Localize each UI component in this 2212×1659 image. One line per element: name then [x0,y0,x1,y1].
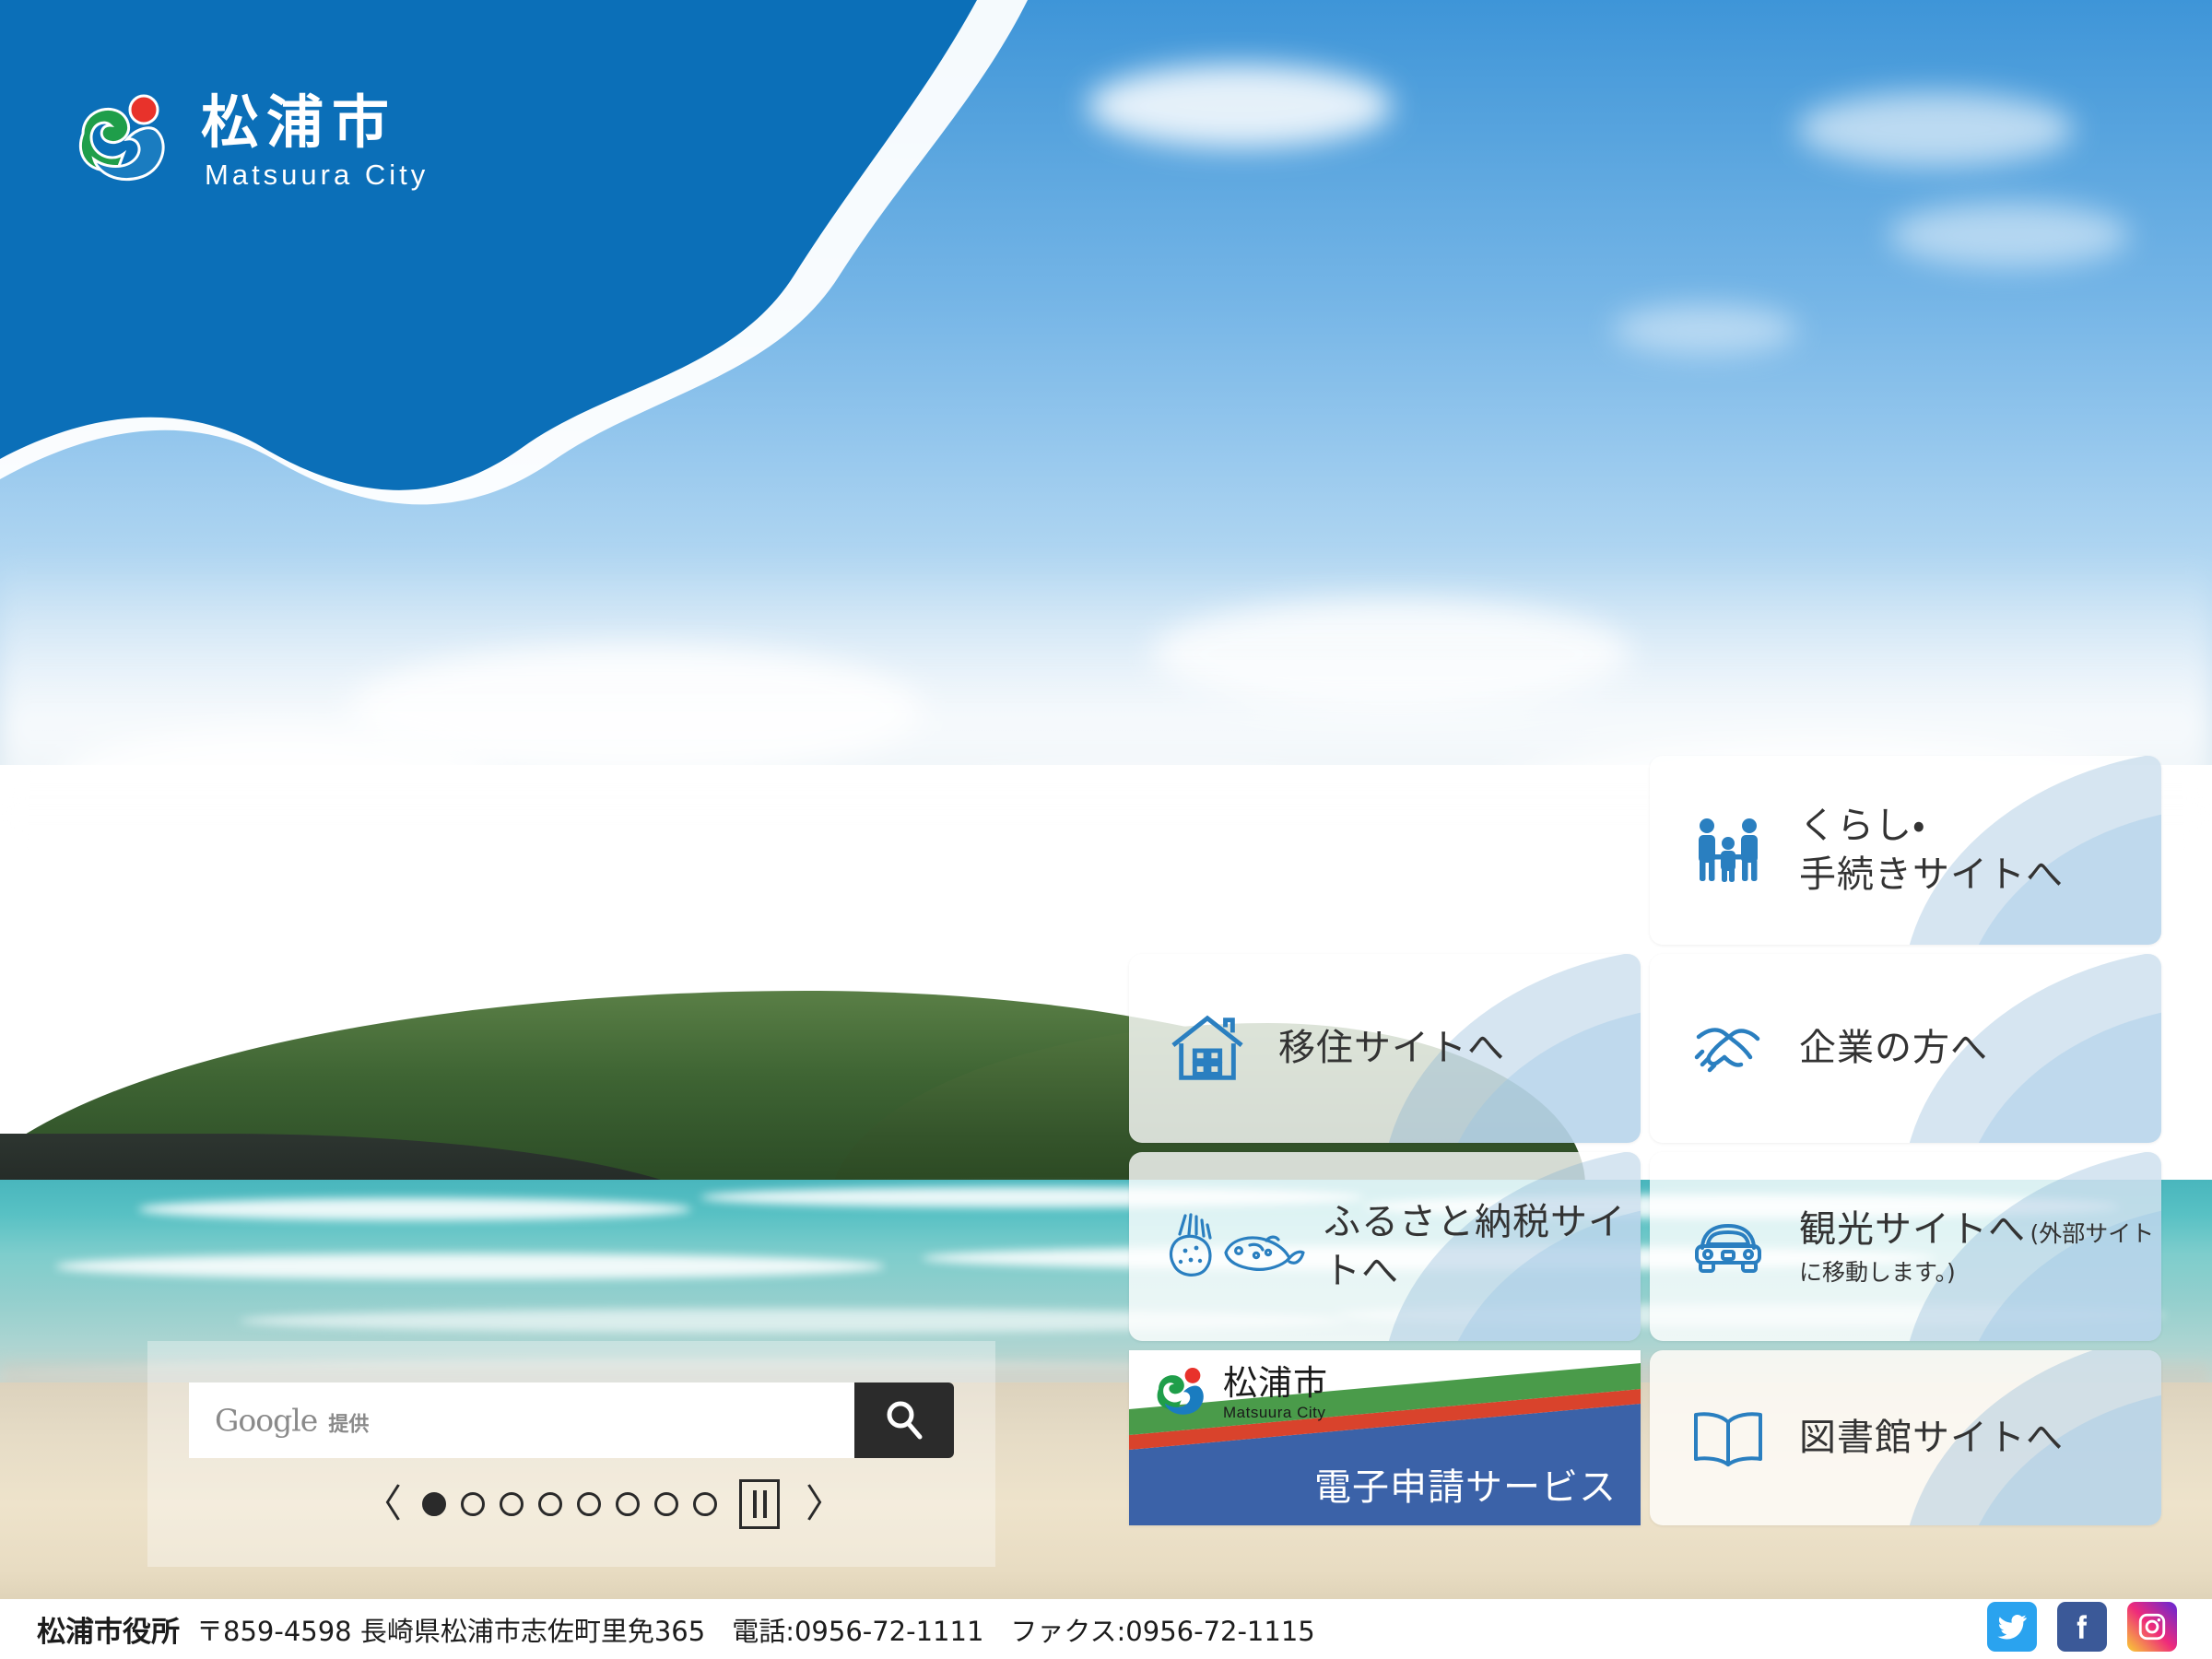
card-ijyu-site[interactable]: 移住サイトへ [1129,954,1641,1143]
quick-links-grid: くらし・ 手続きサイトへ 移住サイトへ 企業の方へ ふるさと納税サイトへ 観光サ… [1124,751,2161,1530]
card-wave-decoration [1959,1005,2161,1143]
pause-icon-bar [762,1490,767,1518]
header-wave-shape [0,0,1028,505]
card-title: 移住サイトへ [1278,1027,1505,1070]
banner-logo: 松浦市 Matsuura City [1149,1363,1328,1424]
banner-title: 電子申請サービス [1314,1466,1617,1509]
site-logo[interactable]: 松浦市 Matsuura City [66,88,429,196]
search-input[interactable] [189,1382,854,1458]
open-book-icon [1688,1407,1768,1468]
fish-and-vegetable-icon [1155,1212,1307,1282]
matsuura-city-logo-mark [1149,1363,1210,1424]
card-title: 企業の方へ [1799,1027,1988,1070]
site-search-bar: Google 提供 [189,1382,954,1458]
wave-foam [55,1253,885,1279]
wave-foam [138,1198,691,1220]
car-icon [1688,1217,1768,1277]
card-toshokan-site[interactable]: 図書館サイトへ [1650,1350,2161,1525]
site-header: 松浦市 Matsuura City [0,0,2212,516]
card-denshi-shinsei-service[interactable]: 松浦市 Matsuura City 電子申請サービス [1129,1350,1641,1525]
carousel-dot[interactable] [500,1492,524,1516]
footer-office-name: 松浦市役所 [37,1616,180,1649]
search-icon [887,1401,923,1440]
search-submit-button[interactable] [854,1382,954,1458]
family-people-icon [1688,818,1768,884]
handshake-icon [1688,1018,1768,1079]
banner-canvas: 松浦市 Matsuura City 電子申請サービス [1129,1350,1641,1525]
house-icon [1168,1012,1247,1086]
slideshow-controls: 〈 〉 [359,1479,848,1529]
instagram-icon [2138,1613,2166,1641]
carousel-dot[interactable] [461,1492,486,1516]
carousel-next-button[interactable]: 〉 [802,1485,848,1524]
twitter-link[interactable] [1987,1602,2037,1652]
carousel-dot[interactable] [422,1492,447,1516]
site-footer: 松浦市役所 〒859-4598 長崎県松浦市志佐町里免365 電話:0956-7… [0,1599,2212,1659]
footer-address: 〒859-4598 長崎県松浦市志佐町里免365 電話:0956-72-1111… [196,1615,1315,1647]
instagram-link[interactable] [2127,1602,2177,1652]
card-kanko-site[interactable]: 観光サイトへ (外部サイトに移動します。) [1650,1152,2161,1341]
banner-logo-en: Matsuura City [1223,1403,1326,1421]
card-kigyo-no-kata-e[interactable]: 企業の方へ [1650,954,2161,1143]
card-title: くらし・ 手続きサイトへ [1799,804,2064,896]
carousel-dots [422,1492,718,1516]
card-kurashi-tetsuzuki[interactable]: くらし・ 手続きサイトへ [1650,756,2161,945]
carousel-dot[interactable] [654,1492,679,1516]
facebook-icon [2077,1615,2088,1639]
matsuura-city-logo-mark [66,88,175,196]
carousel-prev-button[interactable]: 〈 [359,1485,406,1524]
carousel-dot[interactable] [577,1492,602,1516]
carousel-dot[interactable] [693,1492,718,1516]
carousel-dot[interactable] [538,1492,563,1516]
card-title: 観光サイトへ [1799,1208,2026,1252]
social-links [1987,1602,2177,1652]
logo-text-en: Matsuura City [205,158,429,191]
carousel-dot[interactable] [616,1492,641,1516]
carousel-pause-button[interactable] [739,1479,781,1529]
card-furusato-nozei[interactable]: ふるさと納税サイトへ [1129,1152,1641,1341]
card-title: ふるさと納税サイトへ [1324,1200,1626,1292]
banner-logo-jp: 松浦市 [1223,1362,1328,1403]
logo-text-jp: 松浦市 [201,88,398,157]
twitter-icon [1997,1614,2027,1640]
pause-icon-bar [752,1490,757,1518]
facebook-link[interactable] [2057,1602,2107,1652]
card-title: 図書館サイトへ [1799,1416,2064,1459]
